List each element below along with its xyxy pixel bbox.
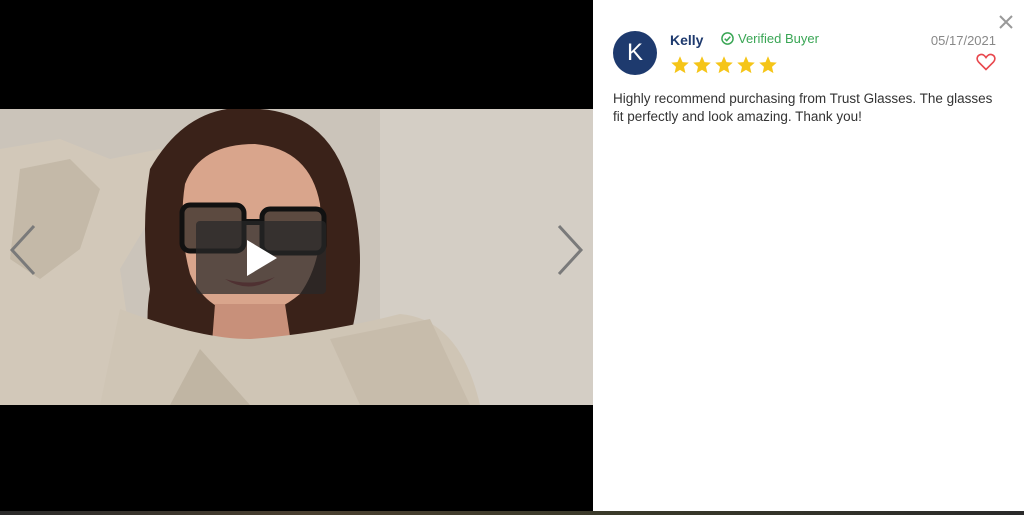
previous-arrow-button[interactable]: [6, 222, 42, 278]
star-rating: [670, 55, 778, 75]
play-icon: [247, 239, 277, 276]
review-lightbox-modal: K Kelly Verified Buyer 05/17/2021 Highly…: [0, 0, 1024, 513]
star-icon: [693, 56, 711, 74]
star-icon: [715, 56, 733, 74]
review-details-panel: K Kelly Verified Buyer 05/17/2021 Highly…: [593, 0, 1024, 513]
background-page-strip: [0, 511, 1024, 515]
check-circle-icon: [721, 32, 734, 45]
avatar: K: [613, 31, 657, 75]
play-button[interactable]: [196, 221, 326, 294]
star-icon: [737, 56, 755, 74]
star-icon: [671, 56, 689, 74]
review-date: 05/17/2021: [930, 33, 996, 48]
star-icon: [759, 56, 777, 74]
like-button[interactable]: [976, 53, 996, 71]
chevron-right-icon: [557, 224, 584, 276]
next-arrow-button[interactable]: [553, 222, 589, 278]
close-icon: [999, 15, 1013, 29]
verified-buyer-badge: Verified Buyer: [721, 31, 819, 46]
verified-buyer-label: Verified Buyer: [738, 31, 819, 46]
avatar-letter: K: [626, 39, 643, 66]
close-button[interactable]: [998, 14, 1014, 30]
review-author-name: Kelly: [670, 32, 704, 48]
review-body-text: Highly recommend purchasing from Trust G…: [613, 91, 993, 124]
media-viewer: [0, 0, 593, 513]
chevron-left-icon: [9, 224, 36, 276]
heart-icon: [976, 53, 996, 71]
